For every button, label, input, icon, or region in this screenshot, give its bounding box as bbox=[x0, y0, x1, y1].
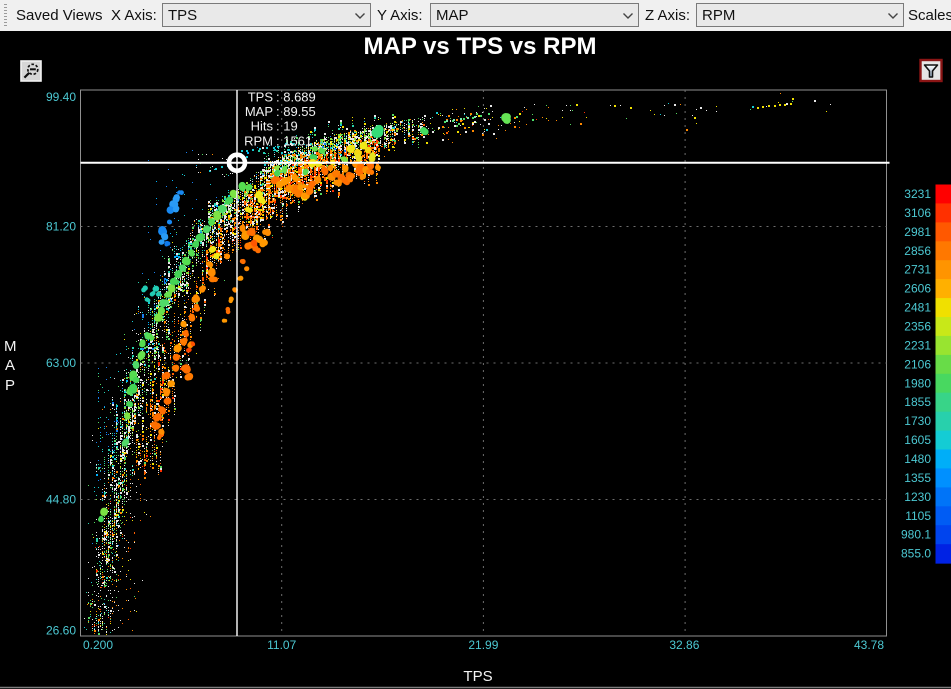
svg-text:1480: 1480 bbox=[904, 452, 931, 466]
svg-text:: 8.689: : 8.689 bbox=[276, 90, 316, 105]
svg-text:: 89.55: : 89.55 bbox=[276, 104, 316, 119]
svg-text:: 1561: : 1561 bbox=[276, 133, 312, 148]
svg-text:1355: 1355 bbox=[904, 471, 931, 485]
svg-text:44.80: 44.80 bbox=[46, 493, 76, 507]
svg-text:MAP: MAP bbox=[245, 104, 273, 119]
svg-text:Hits: Hits bbox=[251, 119, 274, 134]
svg-text:32.86: 32.86 bbox=[669, 638, 699, 652]
svg-text:TPS: TPS bbox=[463, 668, 492, 685]
svg-text:2981: 2981 bbox=[904, 225, 931, 239]
svg-text:2356: 2356 bbox=[904, 320, 931, 334]
svg-text:P: P bbox=[5, 377, 15, 394]
svg-text:0.200: 0.200 bbox=[83, 638, 113, 652]
svg-text:1605: 1605 bbox=[904, 433, 931, 447]
svg-text:980.1: 980.1 bbox=[901, 528, 931, 542]
svg-text:2731: 2731 bbox=[904, 263, 931, 277]
svg-text:99.40: 99.40 bbox=[46, 90, 76, 104]
svg-text:2856: 2856 bbox=[904, 244, 931, 258]
svg-text:855.0: 855.0 bbox=[901, 547, 931, 561]
svg-text:1730: 1730 bbox=[904, 414, 931, 428]
svg-text:81.20: 81.20 bbox=[46, 220, 76, 234]
svg-text:26.60: 26.60 bbox=[46, 624, 76, 638]
svg-text:1105: 1105 bbox=[905, 509, 931, 523]
svg-text:: 19: : 19 bbox=[276, 119, 298, 134]
svg-text:RPM: RPM bbox=[244, 133, 273, 148]
svg-text:2481: 2481 bbox=[904, 301, 931, 315]
svg-text:1230: 1230 bbox=[904, 490, 931, 504]
svg-text:11.07: 11.07 bbox=[267, 638, 296, 652]
svg-text:3231: 3231 bbox=[904, 187, 931, 201]
svg-text:43.78: 43.78 bbox=[854, 638, 884, 652]
svg-text:M: M bbox=[4, 338, 17, 355]
svg-text:MAP vs TPS vs RPM: MAP vs TPS vs RPM bbox=[364, 33, 597, 60]
svg-text:63.00: 63.00 bbox=[46, 356, 76, 370]
svg-text:2231: 2231 bbox=[904, 338, 931, 352]
svg-text:21.99: 21.99 bbox=[468, 638, 498, 652]
svg-text:1855: 1855 bbox=[904, 395, 931, 409]
svg-text:3106: 3106 bbox=[904, 206, 931, 220]
svg-text:TPS: TPS bbox=[248, 90, 274, 105]
svg-text:2606: 2606 bbox=[904, 282, 931, 296]
svg-text:2106: 2106 bbox=[904, 357, 931, 371]
svg-text:A: A bbox=[5, 357, 15, 374]
svg-text:1980: 1980 bbox=[904, 376, 931, 390]
